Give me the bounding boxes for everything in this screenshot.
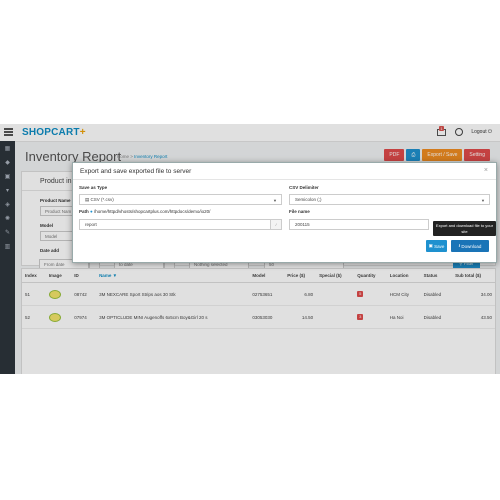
path-label: Path [79, 209, 89, 214]
modal-header: Export and save exported file to server [73, 163, 496, 180]
app-window: SHOPCART+ 1 Logout ⏻ ▦ ◆ ▣ ▾ ◈ ✺ ✎ ▥ Inv… [0, 124, 500, 374]
download-label: Download [461, 243, 482, 249]
info-icon: ● [90, 209, 93, 214]
csv-delimiter-value: Semicolon (;) [295, 197, 322, 202]
save-as-type-select[interactable]: ▤ CSV (*.csv) ▼ [79, 194, 282, 205]
save-icon: ▣ [428, 243, 433, 248]
save-button[interactable]: ▣ Save [426, 240, 447, 252]
modal-title: Export and save exported file to server [80, 167, 192, 175]
save-as-type-value: CSV (*.csv) [90, 197, 114, 202]
save-as-type-label: Save as Type [79, 185, 108, 190]
download-icon: ⭳ [458, 243, 461, 248]
download-button[interactable]: ⭳ Download [451, 240, 489, 252]
chevron-down-icon: ▼ [481, 198, 485, 203]
page-background: SHOPCART+ 1 Logout ⏻ ▦ ◆ ▣ ▾ ◈ ✺ ✎ ▥ Inv… [0, 0, 500, 500]
close-icon[interactable]: × [484, 167, 488, 174]
path-label-row: Path ● /home/httpd/vhosts/shopcartplus.c… [79, 209, 210, 214]
csv-delimiter-select[interactable]: Semicolon (;) ▼ [289, 194, 490, 205]
file-name-value: 200115 [295, 222, 310, 227]
download-tooltip: Export and download file to your site [433, 221, 496, 236]
file-name-input[interactable]: 200115 [289, 219, 429, 230]
path-hint: /home/httpd/vhosts/shopcartplus.com/http… [94, 209, 211, 214]
path-input[interactable]: report / [79, 219, 282, 230]
csv-delimiter-label: CSV Delimiter [289, 185, 319, 190]
export-modal: Export and save exported file to server … [72, 162, 497, 263]
path-addon: / [270, 220, 281, 229]
file-icon: ▤ [85, 196, 90, 202]
path-value: report [85, 222, 97, 227]
save-label: Save [434, 243, 445, 249]
file-name-label: File name [289, 209, 310, 214]
chevron-down-icon: ▼ [273, 198, 277, 203]
